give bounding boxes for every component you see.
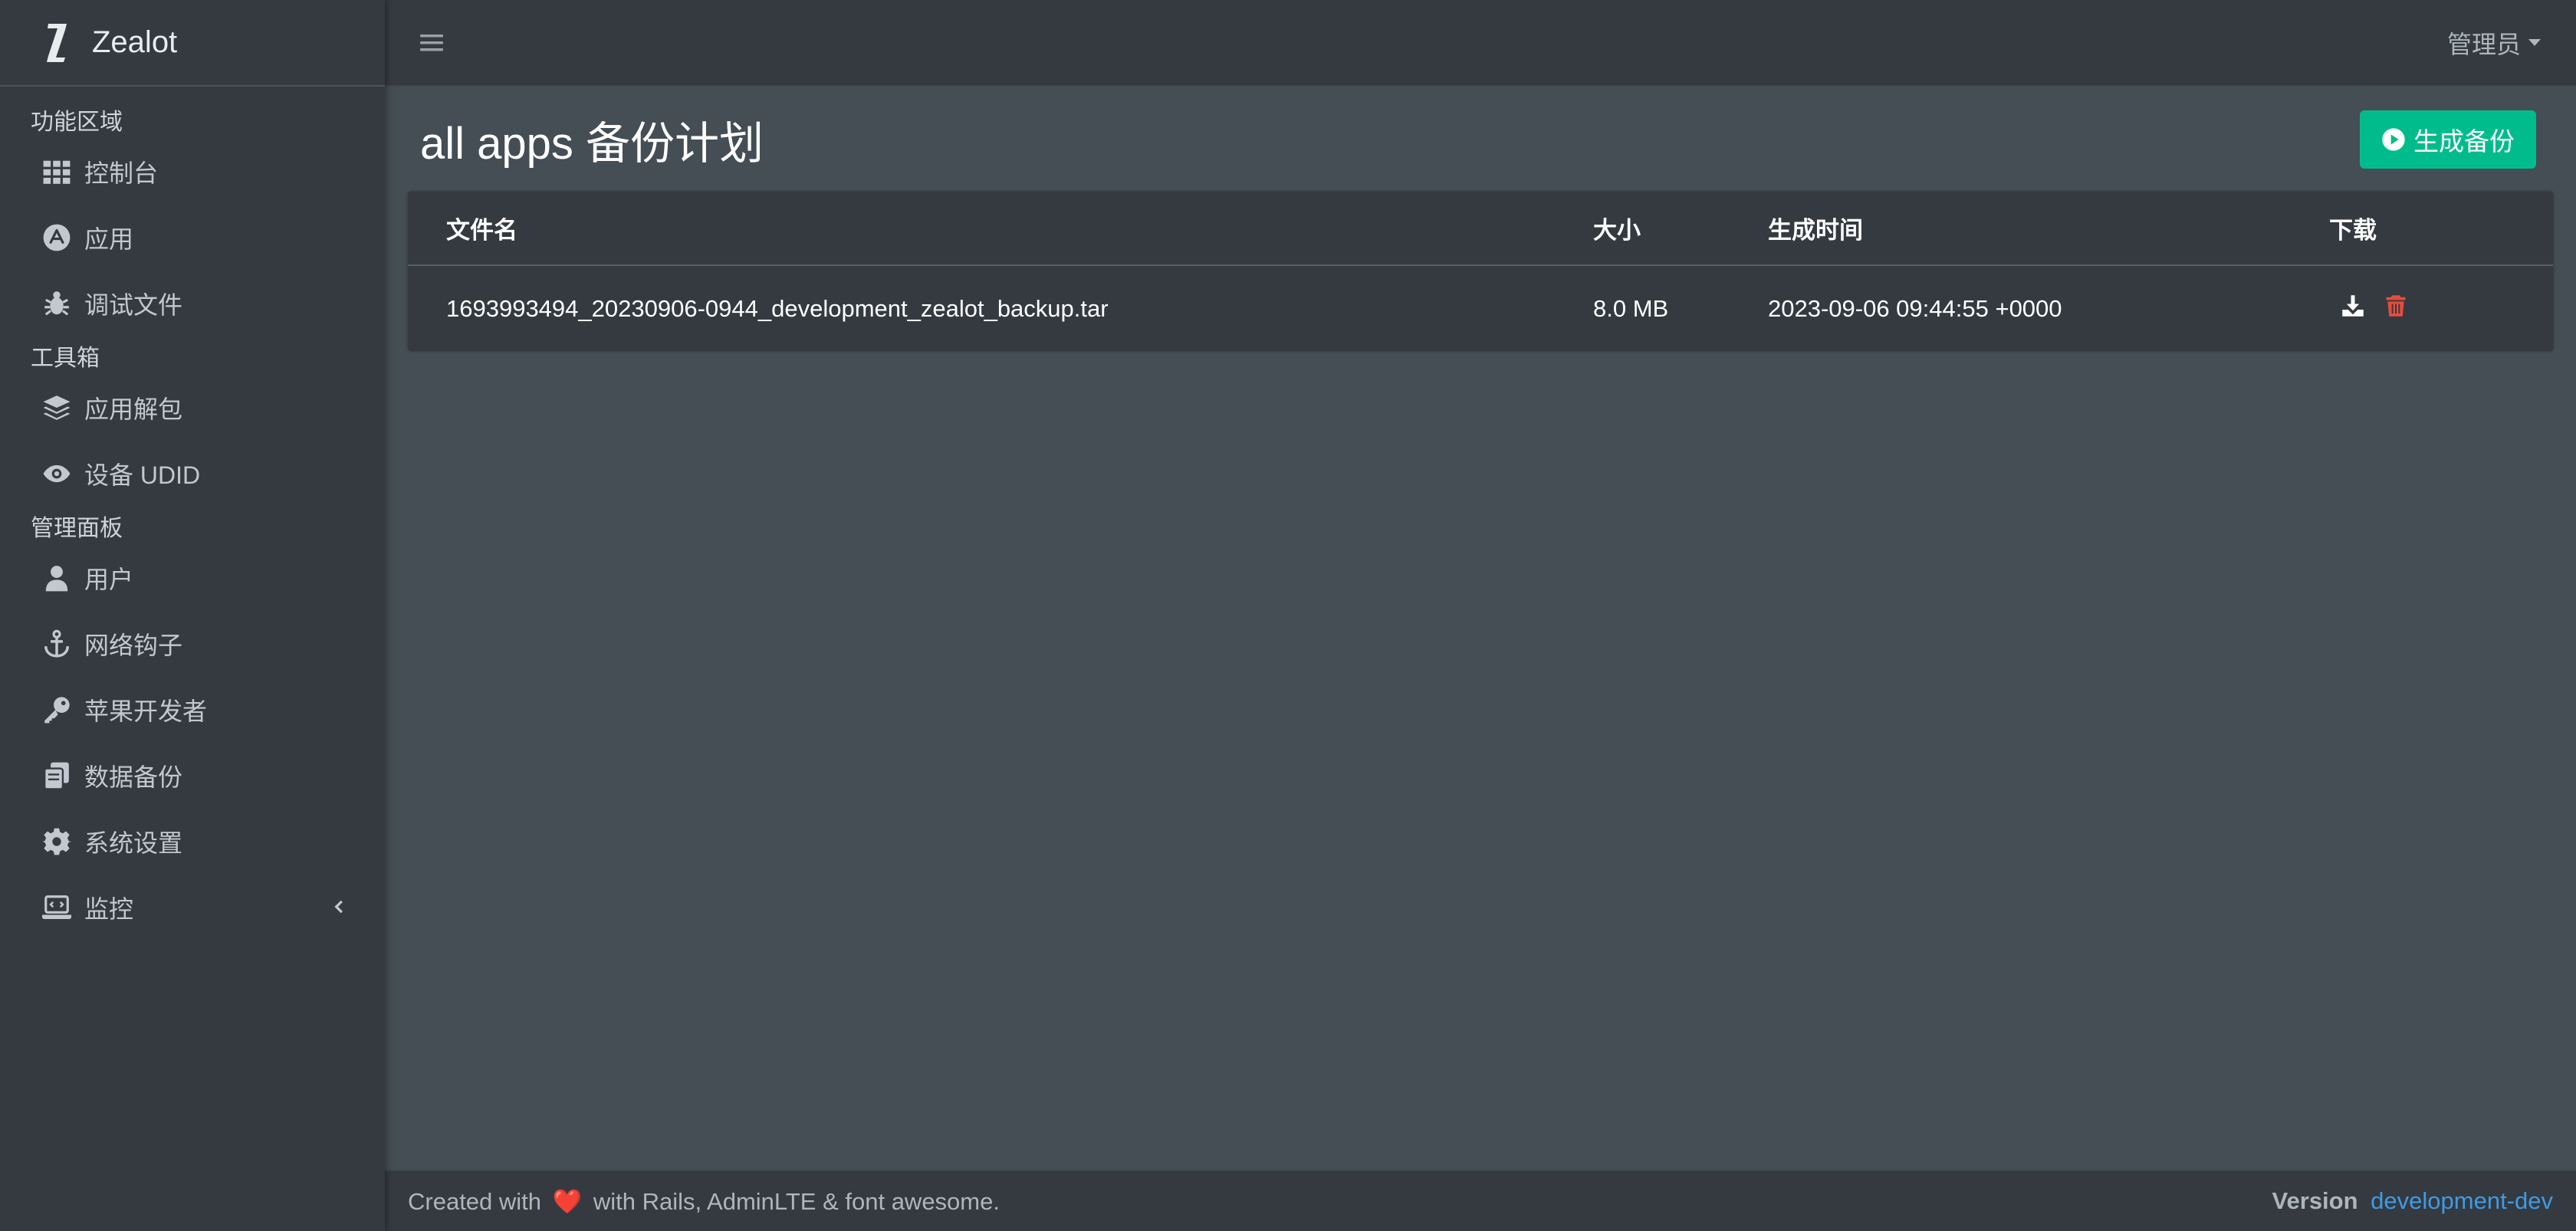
sidebar-item-label: 网络钩子 bbox=[84, 632, 183, 659]
table-header-row: 文件名 大小 生成时间 下载 bbox=[408, 192, 2553, 266]
version-label: Version bbox=[2272, 1187, 2358, 1214]
sidebar-item-monitoring[interactable]: 监控 bbox=[0, 875, 385, 940]
column-header-size: 大小 bbox=[1593, 192, 1768, 266]
nav-header: 管理面板 bbox=[31, 516, 123, 541]
nav-section-features: 功能区域 控制台 应用 调试文件 bbox=[0, 100, 385, 336]
top-navbar: 管理员 bbox=[385, 0, 2576, 87]
sidebar-item-app-unpack[interactable]: 应用解包 bbox=[0, 375, 385, 441]
key-icon bbox=[41, 694, 72, 725]
sidebar-item-webhooks[interactable]: 网络钩子 bbox=[0, 611, 385, 677]
footer: Created with ❤️ with Rails, AdminLTE & f… bbox=[385, 1170, 2576, 1231]
backups-table: 文件名 大小 生成时间 下载 1693993494_20230906-0944_… bbox=[408, 192, 2553, 351]
chevron-left-icon[interactable] bbox=[330, 898, 348, 917]
sidebar-item-label: 应用解包 bbox=[84, 396, 183, 423]
copy-icon bbox=[41, 760, 72, 791]
heart-icon: ❤️ bbox=[552, 1187, 583, 1215]
column-header-download: 下载 bbox=[2329, 192, 2553, 266]
app-store-icon bbox=[41, 222, 72, 253]
th-icon bbox=[41, 156, 72, 187]
backup-table-card: 文件名 大小 生成时间 下载 1693993494_20230906-0944_… bbox=[408, 192, 2553, 351]
sidebar-item-dashboard[interactable]: 控制台 bbox=[0, 139, 385, 205]
sidebar-item-data-backup[interactable]: 数据备份 bbox=[0, 743, 385, 809]
generate-backup-label: 生成备份 bbox=[2413, 126, 2515, 156]
sidebar-item-label: 数据备份 bbox=[84, 763, 183, 791]
sidebar-item-label: 设备 UDID bbox=[84, 461, 201, 489]
cell-created-at: 2023-09-06 09:44:55 +0000 bbox=[1768, 294, 2062, 322]
sidebar-item-device-udid[interactable]: 设备 UDID bbox=[0, 441, 385, 507]
footer-created-prefix: Created with bbox=[408, 1187, 542, 1215]
sidebar-item-label: 监控 bbox=[84, 895, 134, 923]
trash-icon[interactable] bbox=[2384, 294, 2407, 324]
page-header: all apps 备份计划 生成备份 bbox=[385, 87, 2576, 192]
sidebar-item-users[interactable]: 用户 bbox=[0, 545, 385, 611]
footer-version: Version development-dev bbox=[2272, 1187, 2553, 1215]
gear-icon bbox=[41, 826, 72, 857]
sidebar: Zealot 功能区域 控制台 应用 调试文件 工具箱 应用解包 设备 UDID… bbox=[0, 0, 385, 1231]
zealot-logo bbox=[44, 21, 69, 64]
sidebar-item-debug-files[interactable]: 调试文件 bbox=[0, 271, 385, 336]
column-header-filename: 文件名 bbox=[408, 192, 1593, 266]
nav-header: 工具箱 bbox=[31, 346, 100, 371]
laptop-code-icon bbox=[41, 892, 72, 923]
table-row: 1693993494_20230906-0944_development_zea… bbox=[408, 265, 2553, 351]
sidebar-item-apple-developer[interactable]: 苹果开发者 bbox=[0, 677, 385, 743]
play-circle-icon bbox=[2382, 127, 2405, 151]
footer-credit: Created with ❤️ with Rails, AdminLTE & f… bbox=[408, 1187, 1000, 1216]
caret-down-icon bbox=[2528, 39, 2541, 46]
sidebar-item-label: 应用 bbox=[84, 225, 134, 253]
nav-header: 功能区域 bbox=[31, 110, 123, 135]
sidebar-item-label: 系统设置 bbox=[84, 829, 183, 857]
cell-filename: 1693993494_20230906-0944_development_zea… bbox=[446, 294, 1109, 322]
sidebar-item-apps[interactable]: 应用 bbox=[0, 205, 385, 271]
anchor-icon bbox=[41, 629, 72, 659]
sidebar-item-system-settings[interactable]: 系统设置 bbox=[0, 809, 385, 875]
cell-size: 8.0 MB bbox=[1593, 294, 1669, 322]
nav-section-toolbox: 工具箱 应用解包 设备 UDID bbox=[0, 336, 385, 507]
user-dropdown[interactable]: 管理员 bbox=[2447, 25, 2541, 61]
version-link[interactable]: development-dev bbox=[2371, 1187, 2553, 1214]
brand-link[interactable]: Zealot bbox=[0, 0, 385, 87]
page-title: all apps 备份计划 bbox=[420, 118, 764, 169]
footer-created-suffix: with Rails, AdminLTE & font awesome. bbox=[593, 1187, 1000, 1215]
generate-backup-button[interactable]: 生成备份 bbox=[2360, 110, 2536, 169]
sidebar-item-label: 调试文件 bbox=[84, 291, 183, 319]
brand-name: Zealot bbox=[92, 25, 178, 59]
menu-toggle-icon[interactable] bbox=[420, 31, 445, 55]
user-menu-label: 管理员 bbox=[2446, 30, 2521, 58]
main-content: all apps 备份计划 生成备份 文件名 大小 生成时间 下载 169399… bbox=[385, 87, 2576, 1170]
sidebar-item-label: 控制台 bbox=[84, 159, 159, 187]
eye-icon bbox=[41, 458, 72, 489]
column-header-created-at: 生成时间 bbox=[1768, 192, 2329, 266]
bug-icon bbox=[41, 288, 72, 319]
sidebar-item-label: 苹果开发者 bbox=[84, 698, 208, 725]
layers-icon bbox=[41, 392, 72, 423]
nav-section-admin: 管理面板 用户 网络钩子 苹果开发者 数据备份 系统设置 监控 bbox=[0, 507, 385, 940]
cell-actions bbox=[2329, 265, 2553, 351]
user-icon bbox=[41, 563, 72, 593]
sidebar-item-label: 用户 bbox=[84, 566, 134, 593]
download-icon[interactable] bbox=[2341, 294, 2364, 324]
